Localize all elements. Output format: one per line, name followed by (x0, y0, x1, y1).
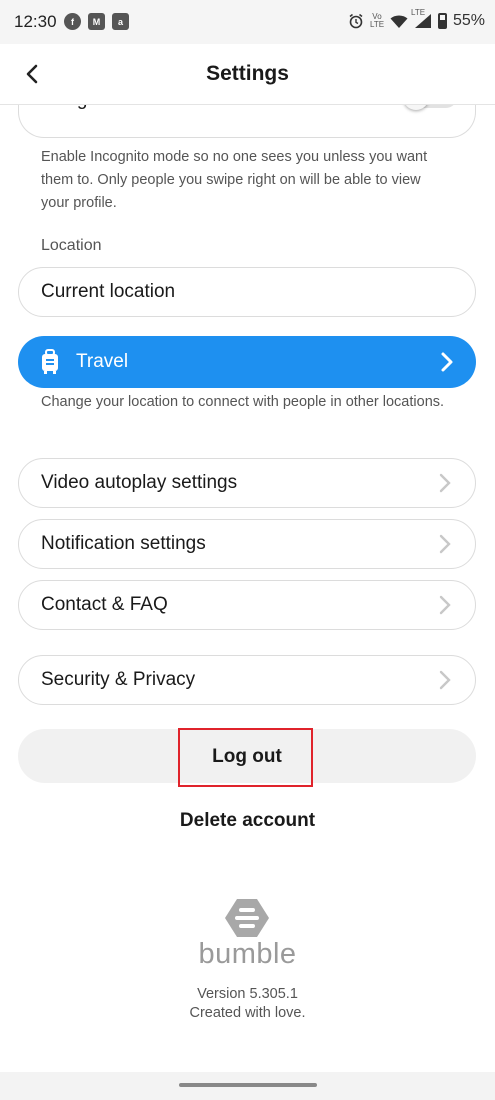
current-location-label: Current location (41, 281, 176, 302)
notification-icons: f M a (64, 13, 129, 30)
notification-settings-label: Notification settings (41, 533, 206, 554)
app-header: Settings (0, 44, 495, 105)
travel-description: Change your location to connect with peo… (41, 394, 445, 410)
version-text: Version 5.305.1 (197, 986, 298, 1002)
wifi-icon (390, 15, 408, 28)
chevron-right-icon (439, 595, 451, 615)
battery-percent: 55% (452, 12, 485, 29)
status-time: 12:30 (14, 12, 57, 31)
version-info: Version 5.305.1 Created with love. (0, 985, 495, 1023)
notification-settings-button[interactable]: Notification settings (18, 519, 476, 569)
tagline-text: Created with love. (189, 1005, 306, 1021)
travel-label: Travel (76, 351, 129, 372)
bumble-wordmark: bumble (198, 938, 297, 970)
chevron-right-icon (439, 473, 451, 493)
volte-label: Vo LTE (369, 12, 385, 29)
logout-highlight-box (178, 728, 313, 787)
system-icons: Vo LTE LTE 55% (348, 9, 485, 30)
video-autoplay-label: Video autoplay settings (41, 472, 238, 493)
location-section-label: Location (41, 237, 102, 254)
system-nav-bar (0, 1072, 495, 1100)
delete-account-button[interactable]: Delete account (0, 810, 495, 832)
contact-faq-label: Contact & FAQ (41, 594, 168, 615)
video-autoplay-settings-button[interactable]: Video autoplay settings (18, 458, 476, 508)
airtel-icon: a (112, 13, 129, 30)
signal-icon: LTE (411, 9, 432, 29)
facebook-icon: f (64, 13, 81, 30)
chevron-right-icon (439, 534, 451, 554)
mpl-icon: M (88, 13, 105, 30)
incognito-description: Enable Incognito mode so no one sees you… (41, 149, 428, 211)
status-bar: 12:30 f M a Vo LTE LTE 55% (0, 0, 495, 44)
alarm-icon (349, 13, 363, 29)
security-privacy-button[interactable]: Security & Privacy (18, 655, 476, 705)
page-title: Settings (206, 62, 289, 85)
contact-faq-button[interactable]: Contact & FAQ (18, 580, 476, 630)
travel-button[interactable]: Travel (18, 336, 476, 388)
chevron-right-icon (439, 670, 451, 690)
current-location-button[interactable]: Current location (18, 267, 476, 317)
battery-icon (437, 13, 447, 29)
luggage-icon (42, 349, 58, 374)
chevron-right-icon (441, 352, 453, 372)
bumble-logo-icon (225, 899, 269, 937)
home-gesture-handle[interactable] (179, 1083, 317, 1087)
security-privacy-label: Security & Privacy (41, 669, 196, 690)
